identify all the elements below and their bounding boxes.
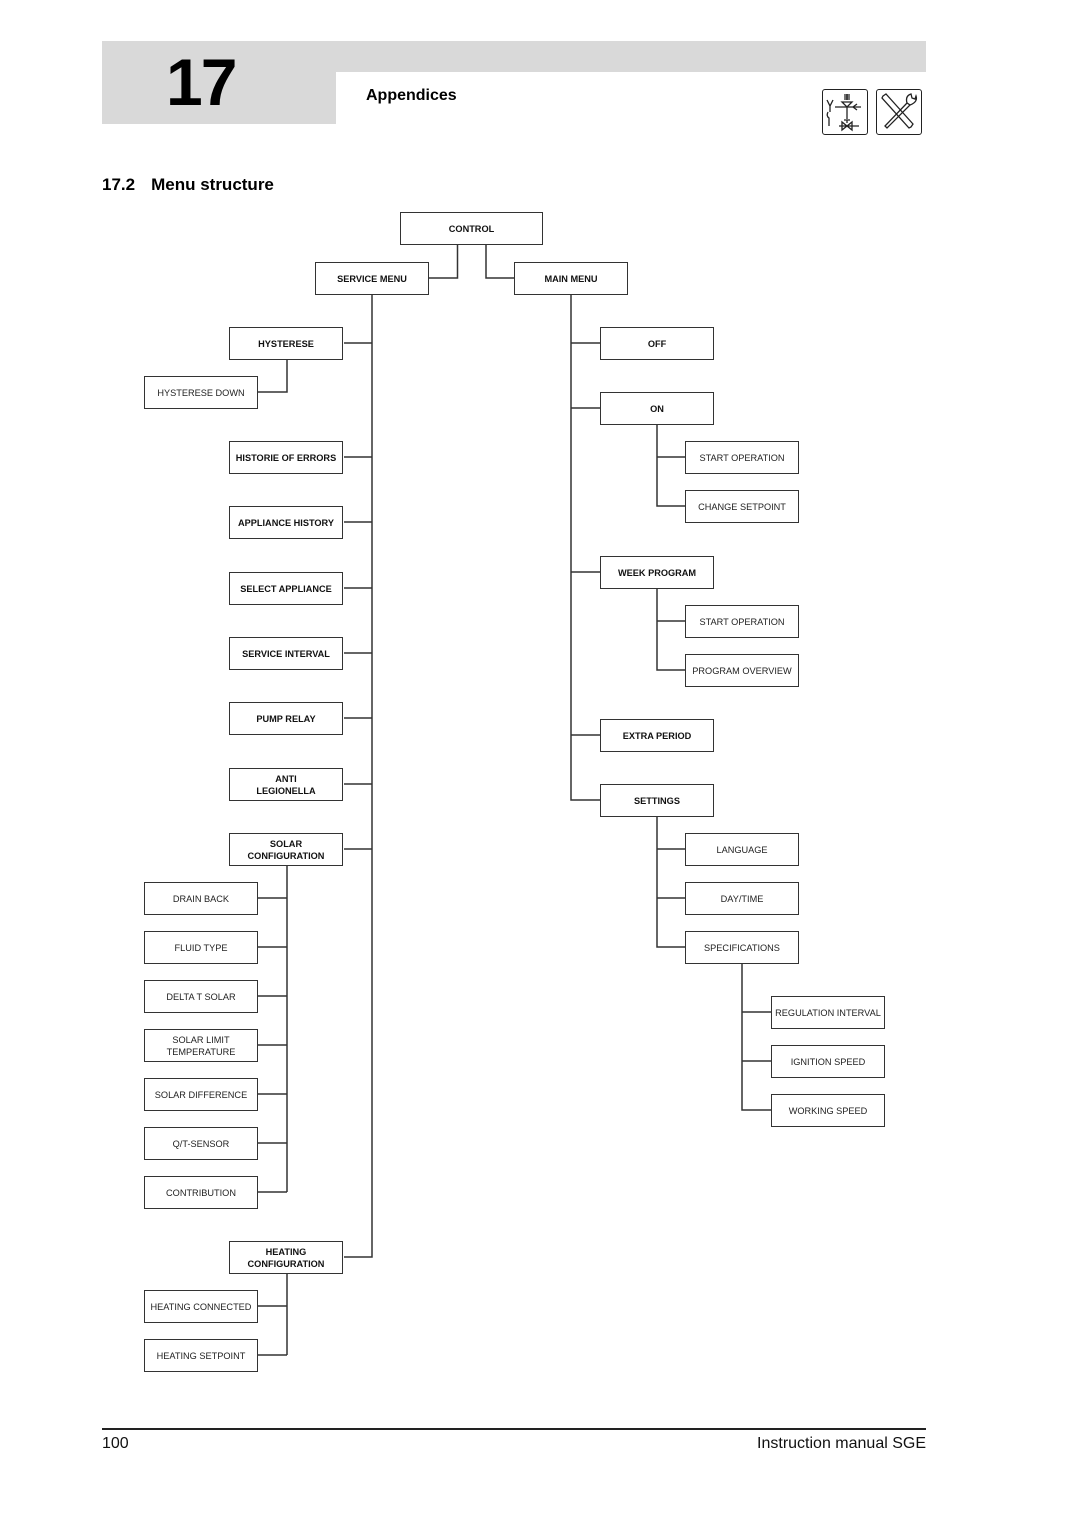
node-heating-configuration: HEATING CONFIGURATION [229,1241,343,1274]
page-number: 100 [102,1435,129,1452]
node-heating-setpoint: HEATING SETPOINT [144,1339,258,1372]
node-historie-of-errors: HISTORIE OF ERRORS [229,441,343,474]
node-on-start-operation: START OPERATION [685,441,799,474]
node-drain-back: DRAIN BACK [144,882,258,915]
node-appliance-history: APPLIANCE HISTORY [229,506,343,539]
node-specifications: SPECIFICATIONS [685,931,799,964]
node-hysterese-down: HYSTERESE DOWN [144,376,258,409]
node-on: ON [600,392,714,425]
node-day-time: DAY/TIME [685,882,799,915]
node-solar-limit-temperature: SOLAR LIMIT TEMPERATURE [144,1029,258,1062]
node-service-menu: SERVICE MENU [315,262,429,295]
node-off: OFF [600,327,714,360]
node-heating-connected: HEATING CONNECTED [144,1290,258,1323]
node-week-program: WEEK PROGRAM [600,556,714,589]
connector-control-service [429,245,459,279]
node-pump-relay: PUMP RELAY [229,702,343,735]
node-ignition-speed: IGNITION SPEED [771,1045,885,1078]
node-solar-difference: SOLAR DIFFERENCE [144,1078,258,1111]
node-language: LANGUAGE [685,833,799,866]
node-working-speed: WORKING SPEED [771,1094,885,1127]
node-anti-legionella: ANTI LEGIONELLA [229,768,343,801]
connector-control-main [485,245,514,279]
document-title: Instruction manual SGE [757,1435,926,1452]
node-settings: SETTINGS [600,784,714,817]
node-delta-t-solar: DELTA T SOLAR [144,980,258,1013]
node-extra-period: EXTRA PERIOD [600,719,714,752]
node-service-interval: SERVICE INTERVAL [229,637,343,670]
service-trunk [344,295,373,1258]
main-trunk [570,295,600,801]
footer-rule [102,1428,926,1430]
node-qt-sensor: Q/T-SENSOR [144,1127,258,1160]
node-fluid-type: FLUID TYPE [144,931,258,964]
node-main-menu: MAIN MENU [514,262,628,295]
node-regulation-interval: REGULATION INTERVAL [771,996,885,1029]
node-select-appliance: SELECT APPLIANCE [229,572,343,605]
node-program-overview: PROGRAM OVERVIEW [685,654,799,687]
node-contribution: CONTRIBUTION [144,1176,258,1209]
node-change-setpoint: CHANGE SETPOINT [685,490,799,523]
node-solar-configuration: SOLAR CONFIGURATION [229,833,343,866]
node-hysterese: HYSTERESE [229,327,343,360]
node-control: CONTROL [400,212,543,245]
node-week-start-operation: START OPERATION [685,605,799,638]
